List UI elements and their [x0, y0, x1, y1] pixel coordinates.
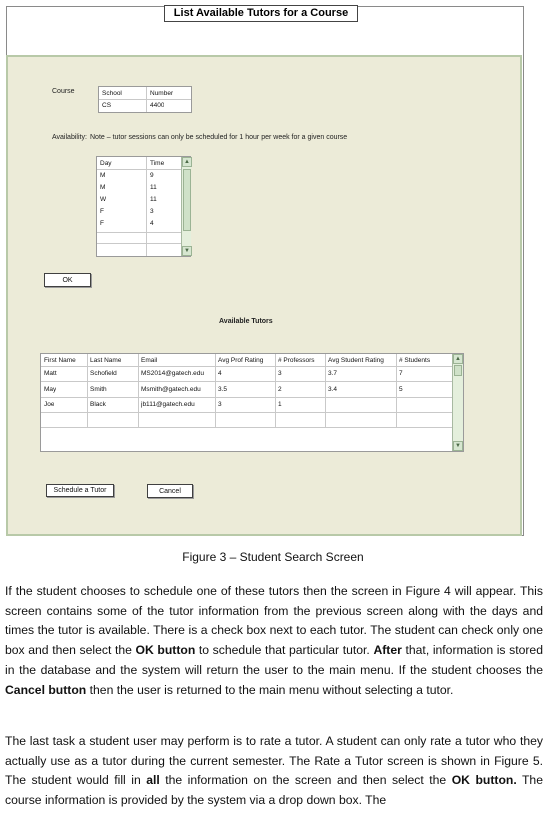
tutors-header-first-name: First Name: [44, 357, 76, 364]
tutors-header-email: Email: [141, 357, 158, 364]
scroll-up-icon[interactable]: ▲: [453, 354, 463, 364]
figure-caption: Figure 3 – Student Search Screen: [182, 550, 364, 564]
course-label: Course: [52, 88, 75, 95]
tutor-students: 7: [399, 370, 403, 377]
tutor-email: jb111@gatech.edu: [141, 401, 195, 408]
availability-day: M: [100, 184, 106, 191]
tutor-avg-student-rating: 3.4: [328, 386, 338, 393]
paragraph-schedule: If the student chooses to schedule one o…: [5, 584, 543, 697]
availability-day: W: [100, 196, 107, 203]
cancel-button-ref: Cancel button: [5, 682, 87, 697]
availability-time: 9: [150, 172, 154, 179]
tutor-students: 5: [399, 386, 403, 393]
availability-label: Availability:: [52, 134, 87, 141]
scroll-down-icon[interactable]: ▼: [182, 246, 192, 256]
availability-table[interactable]: Day Time M 9 M 11 W 11 F 3 F 4 ▲ ▼: [96, 156, 192, 257]
tutors-header-avg-student-rating: Avg Student Rating: [328, 357, 384, 364]
tutors-table[interactable]: First Name Last Name Email Avg Prof Rati…: [40, 353, 464, 452]
tutors-header-students: # Students: [399, 357, 431, 364]
course-header-number: Number: [150, 90, 174, 97]
scroll-down-icon[interactable]: ▼: [453, 441, 463, 451]
availability-day: F: [100, 208, 104, 215]
availability-time: 11: [150, 184, 157, 191]
tutor-last-name: Smith: [90, 386, 107, 393]
availability-header-day: Day: [100, 160, 112, 167]
tutor-email: Msmith@gatech.edu: [141, 386, 201, 393]
tutor-avg-prof-rating: 3.5: [218, 386, 228, 393]
tutors-header-professors: # Professors: [278, 357, 315, 364]
window-title: List Available Tutors for a Course: [164, 5, 358, 22]
tutor-first-name: Matt: [44, 370, 57, 377]
tutor-professors: 3: [278, 370, 282, 377]
ok-button[interactable]: OK: [44, 273, 91, 287]
tutor-first-name: May: [44, 386, 57, 393]
course-number-value: 4400: [150, 102, 165, 109]
availability-time: 3: [150, 208, 154, 215]
scroll-thumb[interactable]: [454, 365, 462, 376]
availability-scrollbar[interactable]: ▲ ▼: [181, 157, 192, 256]
paragraph-rate: The last task a student user may perform…: [5, 734, 543, 808]
availability-header-time: Time: [150, 160, 165, 167]
tutor-professors: 1: [278, 401, 282, 408]
tutor-professors: 2: [278, 386, 282, 393]
tutor-last-name: Schofield: [90, 370, 117, 377]
ok-button-ref: OK button.: [451, 773, 517, 788]
tutor-avg-prof-rating: 4: [218, 370, 222, 377]
course-table[interactable]: School Number CS 4400: [98, 86, 192, 113]
course-header-school: School: [102, 90, 122, 97]
tutor-avg-student-rating: 3.7: [328, 370, 338, 377]
schedule-tutor-button[interactable]: Schedule a Tutor: [46, 484, 114, 497]
tutors-scrollbar[interactable]: ▲ ▼: [452, 354, 463, 451]
ok-button-ref: OK button: [135, 643, 196, 658]
tutors-header-avg-prof-rating: Avg Prof Rating: [218, 357, 264, 364]
availability-time: 11: [150, 196, 157, 203]
tutors-header-last-name: Last Name: [90, 357, 122, 364]
course-school-value: CS: [102, 102, 112, 109]
availability-day: F: [100, 220, 104, 227]
tutor-avg-prof-rating: 3: [218, 401, 222, 408]
tutor-first-name: Joe: [44, 401, 55, 408]
tutor-email: MS2014@gatech.edu: [141, 370, 204, 377]
scroll-thumb[interactable]: [183, 169, 191, 231]
form-panel: Course School Number CS 4400 Availabilit…: [6, 55, 522, 536]
cancel-button[interactable]: Cancel: [147, 484, 193, 498]
availability-day: M: [100, 172, 106, 179]
tutors-heading: Available Tutors: [219, 318, 273, 325]
scroll-up-icon[interactable]: ▲: [182, 157, 192, 167]
availability-note: Note – tutor sessions can only be schedu…: [90, 134, 348, 141]
tutor-last-name: Black: [90, 401, 106, 408]
availability-time: 4: [150, 220, 154, 227]
